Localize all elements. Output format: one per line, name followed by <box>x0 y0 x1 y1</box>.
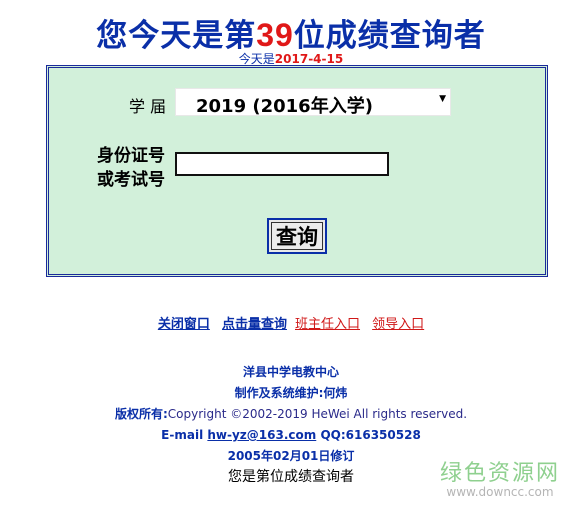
id-label-line1: 身份证号 <box>97 146 165 166</box>
qq-number: QQ:616350528 <box>320 428 421 442</box>
close-window-link[interactable]: 关闭窗口 <box>158 317 210 332</box>
copyright-text: Copyright ©2002-2019 HeWei All rights re… <box>167 407 468 421</box>
title-prefix: 您今天是第 <box>96 18 257 54</box>
today-date: 2017-4-15 <box>274 52 344 66</box>
id-number-input[interactable] <box>175 152 389 176</box>
watermark-logo: 绿色资源网 www.downcc.com <box>440 455 560 499</box>
email-link[interactable]: hw-yz@163.com <box>207 428 316 442</box>
email-label: E-mail <box>161 428 204 442</box>
year-label: 学 届 <box>129 97 167 116</box>
dropdown-arrow-icon[interactable]: ▼ <box>439 94 446 104</box>
batch-query-link[interactable]: 点击量查询 <box>222 317 287 332</box>
year-select[interactable]: 2019 (2016年入学) ▼ <box>175 88 451 117</box>
footer-contact: E-mail hw-yz@163.com QQ:616350528 <box>0 425 582 446</box>
copyright-label: 版权所有: <box>114 407 168 421</box>
query-button[interactable]: 查询 <box>267 218 327 254</box>
page-title: 您今天是第39位成绩查询者 <box>0 10 582 55</box>
year-select-value: 2019 (2016年入学) <box>196 96 373 117</box>
title-suffix: 位成绩查询者 <box>293 18 486 54</box>
id-label-line2: 或考试号 <box>97 170 165 190</box>
nav-links: 关闭窗口 点击量查询 班主任入口 领导入口 <box>0 313 582 332</box>
date-prefix: 今天是 <box>238 52 275 66</box>
leader-entry-link[interactable]: 领导入口 <box>372 317 424 332</box>
query-button-label: 查询 <box>271 222 323 250</box>
teacher-entry-link[interactable]: 班主任入口 <box>295 317 360 332</box>
id-label: 身份证号 或考试号 <box>97 144 177 192</box>
watermark-name: 绿色资源网 <box>439 461 560 486</box>
footer-org: 洋县中学电教中心 <box>242 365 339 379</box>
visitor-number: 39 <box>256 17 294 53</box>
footer-copyright: 版权所有:Copyright ©2002-2019 HeWei All righ… <box>0 404 582 425</box>
watermark-url: www.downcc.com <box>446 485 554 499</box>
footer-maintainer: 制作及系统维护:何炜 <box>234 386 348 400</box>
query-form-panel: 学 届 2019 (2016年入学) ▼ 身份证号 或考试号 查询 <box>46 65 548 277</box>
